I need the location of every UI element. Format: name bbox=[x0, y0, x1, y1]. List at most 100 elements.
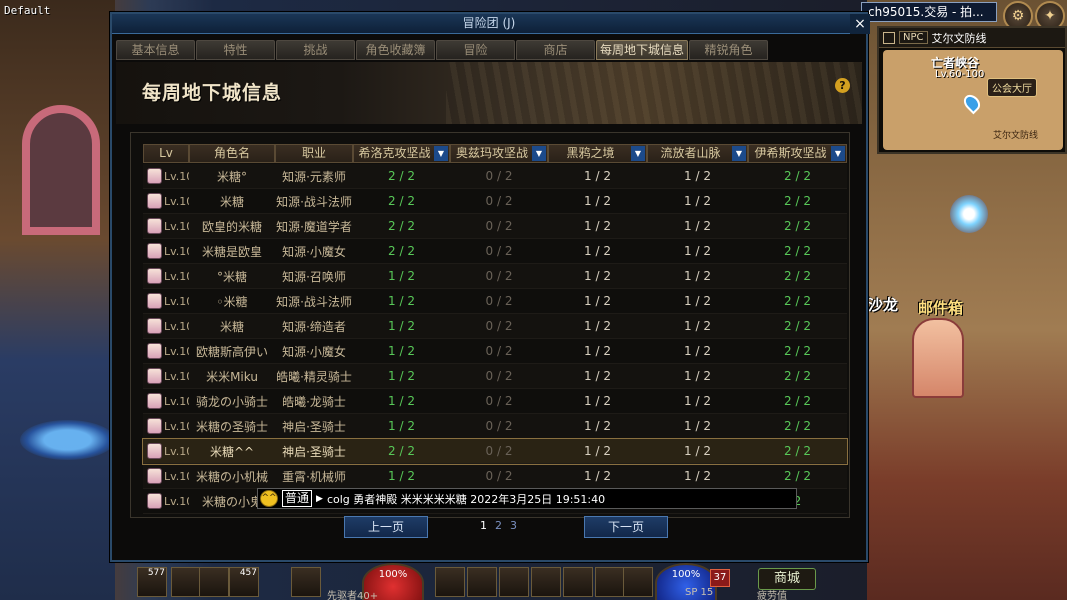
left-scenery bbox=[0, 0, 115, 600]
help-icon[interactable]: ? bbox=[835, 78, 850, 93]
quick-slot-5[interactable] bbox=[291, 567, 321, 597]
level-text: Lv.100 bbox=[164, 269, 189, 283]
character-avatar bbox=[147, 443, 162, 459]
defense-label: 艾尔文防线 bbox=[993, 131, 1039, 141]
skill-slot-5[interactable] bbox=[563, 567, 593, 597]
level-text: Lv.100 bbox=[164, 394, 189, 408]
quick-slot-1[interactable]: 577 bbox=[137, 567, 167, 597]
level-text: Lv.100 bbox=[164, 294, 189, 308]
table-row[interactable]: Lv.100 米糖° 知源·元素师 2 / 2 0 / 2 1 / 2 1 / 2 2 / 2 bbox=[143, 164, 847, 189]
table-row[interactable]: Lv.100 米糖是欧皇 知源·小魔女 2 / 2 0 / 2 1 / 2 1 / 2 2 /… bbox=[143, 239, 847, 264]
table-row[interactable]: Lv.100 欧皇的米糖知源·魔道学者 2 / 2 0 / 2 1 / 2 1 / 2 2 … bbox=[143, 214, 847, 239]
tab-4[interactable]: 角色收藏簿 bbox=[356, 40, 435, 60]
character-avatar bbox=[147, 243, 162, 259]
sp-label: SP 15 bbox=[685, 587, 714, 598]
page-number[interactable]: 2 bbox=[495, 519, 502, 532]
dropdown-icon[interactable]: ▼ bbox=[732, 146, 746, 161]
minimap[interactable]: NPC 艾尔文防线 亡者峡谷 Lv.60-100 公会大厅 艾尔文防线 bbox=[877, 26, 1067, 154]
character-avatar bbox=[147, 293, 162, 309]
prev-page-button[interactable]: 上一页 bbox=[344, 516, 428, 538]
dropdown-icon[interactable]: ▼ bbox=[831, 146, 845, 161]
dungeon-progress-cell: 2 / 2 bbox=[784, 369, 811, 383]
npc-tag[interactable]: NPC bbox=[899, 31, 928, 44]
character-name: 欧糖斯高伊い bbox=[195, 344, 268, 359]
table-row[interactable]: Lv.100 米糖^^ 神启·圣骑士 2 / 2 0 / 2 1 / 2 1 / 2 2 / … bbox=[142, 438, 848, 465]
dungeon-progress-cell: 1 / 2 bbox=[684, 294, 711, 308]
table-row[interactable]: Lv.100 骑龙の小骑士皓曦·龙骑士 1 / 2 0 / 2 1 / 2 1 / 2 2 … bbox=[143, 389, 847, 414]
tab-6[interactable]: 商店 bbox=[516, 40, 595, 60]
chat-channel[interactable]: 普通 bbox=[282, 490, 313, 507]
header-dungeon-2[interactable]: 奥兹玛攻坚战 ▼ bbox=[450, 144, 548, 163]
table-row[interactable]: Lv.100 米糖 知源·缔造者 1 / 2 0 / 2 1 / 2 1 / 2 2 / 2 bbox=[143, 314, 847, 339]
dropdown-icon[interactable]: ▼ bbox=[532, 146, 546, 161]
page-number[interactable]: 3 bbox=[510, 519, 517, 532]
tab-7[interactable]: 每周地下城信息 bbox=[596, 40, 688, 60]
header-dungeon-3[interactable]: 黑鸦之境 ▼ bbox=[548, 144, 647, 163]
dropdown-icon[interactable]: ▼ bbox=[434, 146, 448, 161]
salon-sign: 沙龙 bbox=[868, 296, 899, 314]
level-text: Lv.100 bbox=[164, 344, 189, 358]
character-avatar bbox=[147, 493, 162, 509]
mailbox-npc[interactable] bbox=[912, 318, 964, 398]
character-job: 皓曦·龙骑士 bbox=[282, 394, 346, 409]
level-cell: Lv.100 bbox=[143, 293, 189, 309]
tab-1[interactable]: 基本信息 bbox=[116, 40, 195, 60]
dungeon-progress-cell: 1 / 2 bbox=[584, 169, 611, 183]
skill-slot-2[interactable] bbox=[467, 567, 497, 597]
close-icon[interactable]: × bbox=[850, 14, 870, 34]
header-dungeon-1[interactable]: 希洛克攻坚战 ▼ bbox=[353, 144, 450, 163]
dungeon-progress-cell: 1 / 2 bbox=[388, 419, 415, 433]
minimap-toggle-icon[interactable] bbox=[883, 31, 895, 44]
guild-hall-label[interactable]: 公会大厅 bbox=[987, 78, 1037, 97]
dungeon-progress-cell: 1 / 2 bbox=[684, 194, 711, 208]
dungeon-progress-cell: 1 / 2 bbox=[388, 394, 415, 408]
page-number[interactable]: 1 bbox=[480, 519, 487, 532]
skill-slot-1[interactable] bbox=[435, 567, 465, 597]
skill-slot-4[interactable] bbox=[531, 567, 561, 597]
page-numbers: 123 bbox=[480, 519, 517, 532]
dungeon-progress-cell: 0 / 2 bbox=[485, 469, 513, 483]
quick-slot-4[interactable]: 457 bbox=[229, 567, 259, 597]
level-cell: Lv.100 bbox=[143, 468, 189, 484]
quick-slot-2[interactable] bbox=[171, 567, 201, 597]
skill-slot-3[interactable] bbox=[499, 567, 529, 597]
table-row[interactable]: Lv.100 ◦米糖 知源·战斗法师 1 / 2 0 / 2 1 / 2 1 / 2 2 / … bbox=[143, 289, 847, 314]
character-name: 米糖 bbox=[219, 194, 244, 209]
header-dungeon-5[interactable]: 伊希斯攻坚战 ▼ bbox=[748, 144, 847, 163]
table-row[interactable]: Lv.100 米糖 知源·战斗法师 2 / 2 0 / 2 1 / 2 1 / 2 2 / 2 bbox=[143, 189, 847, 214]
next-page-button[interactable]: 下一页 bbox=[584, 516, 668, 538]
dungeon-progress-cell: 2 / 2 bbox=[784, 394, 811, 408]
table-row[interactable]: Lv.100 米糖の圣骑士神启·圣骑士 1 / 2 0 / 2 1 / 2 1 / 2 2 … bbox=[143, 414, 847, 439]
skill-slot-6[interactable] bbox=[595, 567, 625, 597]
skill-slot-7[interactable] bbox=[623, 567, 653, 597]
tab-5[interactable]: 冒险 bbox=[436, 40, 515, 60]
channel-indicator[interactable]: ch95015.交易 - 拍... bbox=[861, 2, 997, 22]
dungeon-progress-cell: 0 / 2 bbox=[485, 394, 513, 408]
quick-slot-3[interactable] bbox=[199, 567, 229, 597]
emoji-icon[interactable]: ^^ bbox=[260, 490, 278, 507]
dungeon-progress-cell: 2 / 2 bbox=[784, 444, 811, 458]
tab-2[interactable]: 特性 bbox=[196, 40, 275, 60]
dungeon-progress-cell: 1 / 2 bbox=[584, 394, 611, 408]
character-job: 神启·圣骑士 bbox=[282, 419, 346, 434]
minimap-map[interactable]: 亡者峡谷 Lv.60-100 公会大厅 艾尔文防线 bbox=[883, 50, 1063, 150]
table-row[interactable]: Lv.100 °米糖 知源·召唤师 1 / 2 0 / 2 1 / 2 1 / 2 2 / 2 bbox=[143, 264, 847, 289]
header-dungeon-4[interactable]: 流放者山脉 ▼ bbox=[647, 144, 748, 163]
dungeon-progress-cell: 0 / 2 bbox=[485, 294, 513, 308]
character-name: 米糖^^ bbox=[209, 444, 255, 459]
dropdown-icon[interactable]: ▼ bbox=[631, 146, 645, 161]
level-text: Lv.100 bbox=[164, 419, 189, 433]
window-title[interactable]: 冒险团 (J) bbox=[112, 14, 866, 34]
table-row[interactable]: Lv.100 米糖の小机械重霄·机械师 1 / 2 0 / 2 1 / 2 1 / 2 2 … bbox=[143, 464, 847, 489]
chat-message[interactable]: colg 勇者神殿 米米米米米糖 2022年3月25日 19:51:40 bbox=[327, 491, 605, 507]
tab-3[interactable]: 挑战 bbox=[276, 40, 355, 60]
table-row[interactable]: Lv.100 欧糖斯高伊い知源·小魔女 1 / 2 0 / 2 1 / 2 1 / 2 2 … bbox=[143, 339, 847, 364]
chat-input[interactable]: ^^ 普通 ▶ colg 勇者神殿 米米米米米糖 2022年3月25日 19:5… bbox=[257, 488, 797, 509]
minimap-header: NPC 艾尔文防线 bbox=[879, 28, 1065, 48]
dungeon-progress-cell: 2 / 2 bbox=[784, 169, 811, 183]
table-row[interactable]: Lv.100 米米Miku 皓曦·精灵骑士 1 / 2 0 / 2 1 / 2 1 / 2 2… bbox=[143, 364, 847, 389]
tab-8[interactable]: 精锐角色 bbox=[689, 40, 768, 60]
level-cell: Lv.100 bbox=[143, 493, 189, 509]
level-text: Lv.100 bbox=[164, 194, 189, 208]
character-avatar bbox=[147, 168, 162, 184]
